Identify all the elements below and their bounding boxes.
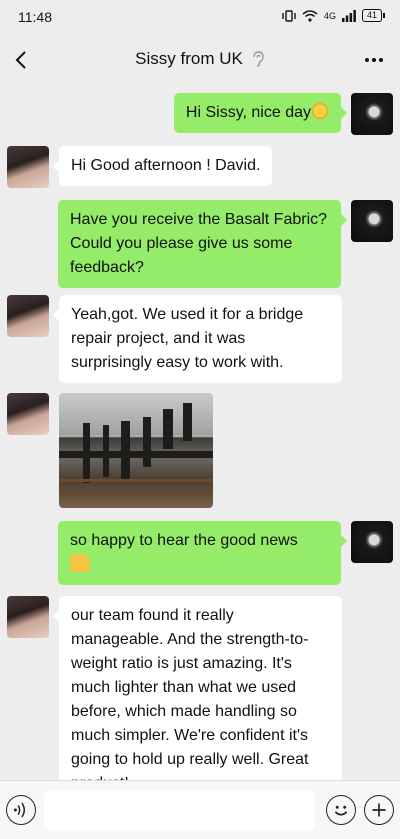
vibrate-icon [282, 9, 296, 22]
my-avatar[interactable] [351, 521, 393, 563]
my-avatar[interactable] [351, 93, 393, 135]
message-bubble-incoming[interactable]: Yeah,got. We used it for a bridge repair… [53, 295, 342, 383]
message-bubble-incoming[interactable]: our team found it really manageable. And… [53, 596, 342, 780]
message-input[interactable] [44, 790, 315, 830]
bridge-repair-photo[interactable] [59, 393, 213, 508]
sun-emoji-icon [311, 102, 329, 120]
chat-title[interactable]: Sissy from UK [135, 49, 243, 69]
photo-beam [121, 421, 130, 479]
photo-beam [59, 479, 213, 482]
photo-beam [163, 409, 173, 449]
message-bubble-incoming[interactable]: Hi Good afternoon ! David. [52, 146, 273, 186]
status-time: 11:48 [18, 9, 52, 25]
photo-beam [143, 417, 151, 467]
contact-avatar[interactable] [7, 146, 49, 188]
contact-avatar[interactable] [7, 393, 49, 435]
message-bubble-outgoing[interactable]: Have you receive the Basalt Fabric?Could… [58, 200, 347, 288]
battery-indicator: 41 [361, 9, 386, 22]
message-text: Have you receive the Basalt Fabric?Could… [70, 211, 328, 276]
signal-icon [341, 9, 356, 22]
message-list[interactable]: Hi Sissy, nice day Hi Good afternoon ! D… [0, 84, 400, 780]
message-text: Hi Sissy, nice day [185, 104, 311, 121]
photo-beam [183, 403, 192, 441]
input-bar [0, 780, 400, 839]
wifi-icon [302, 9, 318, 22]
status-icons: 4G 41 [282, 9, 386, 22]
network-label: 4G [323, 10, 336, 21]
emoji-icon[interactable] [326, 795, 356, 825]
message-text: Yeah,got. We used it for a bridge repair… [71, 306, 304, 371]
message-text: our team found it really manageable. And… [71, 607, 309, 780]
photo-beam [59, 493, 213, 496]
contact-avatar[interactable] [7, 596, 49, 638]
message-bubble-outgoing[interactable]: Hi Sissy, nice day [173, 93, 348, 133]
message-text: Hi Good afternoon ! David. [71, 157, 261, 174]
chat-header: Sissy from UK [0, 36, 400, 84]
message-text: so happy to hear the good news [70, 532, 298, 549]
thumbs-up-emoji-icon [70, 554, 90, 572]
chat-title-area: Sissy from UK [0, 49, 400, 69]
photo-beam [59, 451, 213, 458]
ear-icon [253, 51, 264, 67]
status-bar: 11:48 4G 41 [0, 0, 400, 36]
my-avatar[interactable] [351, 200, 393, 242]
voice-input-icon[interactable] [6, 795, 36, 825]
message-bubble-outgoing[interactable]: so happy to hear the good news [58, 521, 347, 585]
more-dots-icon[interactable] [360, 46, 388, 74]
plus-icon[interactable] [364, 795, 394, 825]
contact-avatar[interactable] [7, 295, 49, 337]
